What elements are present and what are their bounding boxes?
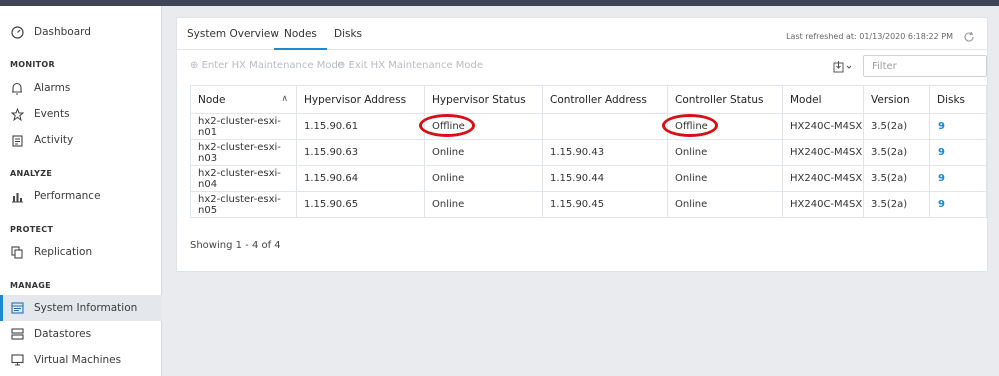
sidebar-item-label: Alarms — [34, 82, 71, 94]
sidebar-item-label: System Information — [34, 302, 138, 314]
disks-link[interactable]: 9 — [929, 113, 987, 140]
cell-version: 3.5(2a) — [863, 165, 930, 192]
cell-controller-status: Online — [667, 191, 783, 218]
disks-link[interactable]: 9 — [929, 139, 987, 166]
cell-hypervisor-address: 1.15.90.65 — [296, 191, 425, 218]
nodes-table: Node ∧ Hypervisor Address Hypervisor Stat… — [190, 85, 987, 218]
filter-input[interactable] — [863, 55, 987, 77]
column-header-controller-address[interactable]: Controller Address — [542, 85, 668, 114]
highlight-ring — [662, 114, 718, 137]
tab-nodes[interactable]: Nodes — [274, 28, 327, 50]
sidebar-item-dashboard[interactable]: Dashboard — [0, 19, 162, 45]
cell-controller-address — [542, 113, 668, 140]
sidebar-item-performance[interactable]: Performance — [0, 183, 162, 209]
bell-icon — [10, 81, 24, 95]
table-row[interactable]: hx2-cluster-esxi-n03 1.15.90.63 Online 1… — [190, 139, 987, 166]
sidebar-item-label: Virtual Machines — [34, 354, 122, 366]
sidebar-item-label: Replication — [34, 246, 93, 258]
cell-node: hx2-cluster-esxi-n03 — [190, 139, 297, 166]
table-row[interactable]: hx2-cluster-esxi-n05 1.15.90.65 Online 1… — [190, 191, 987, 218]
cell-node: hx2-cluster-esxi-n01 — [190, 113, 297, 140]
bar-chart-icon — [10, 189, 24, 203]
exit-icon: ⊖ — [337, 60, 349, 71]
column-header-disks[interactable]: Disks — [929, 85, 987, 114]
cell-controller-address: 1.15.90.43 — [542, 139, 668, 166]
column-header-controller-status[interactable]: Controller Status — [667, 85, 783, 114]
table-row[interactable]: hx2-cluster-esxi-n04 1.15.90.64 Online 1… — [190, 165, 987, 192]
cell-controller-status: Online — [667, 165, 783, 192]
sidebar-item-label: Activity — [34, 134, 74, 146]
sidebar-item-replication[interactable]: Replication — [0, 239, 162, 265]
column-header-hypervisor-status[interactable]: Hypervisor Status — [424, 85, 543, 114]
cell-hypervisor-status: Offline — [419, 113, 543, 140]
column-header-model[interactable]: Model — [782, 85, 864, 114]
tab-disks[interactable]: Disks — [334, 28, 362, 40]
star-icon — [10, 107, 24, 121]
cell-hypervisor-address: 1.15.90.63 — [296, 139, 425, 166]
enter-maintenance-label: Enter HX Maintenance Mode — [201, 60, 344, 71]
sidebar-item-label: Performance — [34, 190, 101, 202]
cell-node: hx2-cluster-esxi-n04 — [190, 165, 297, 192]
section-manage: MANAGE — [10, 281, 51, 290]
cell-version: 3.5(2a) — [863, 191, 930, 218]
cell-controller-status: Online — [667, 139, 783, 166]
cell-model: HX240C-M4SX — [782, 113, 864, 140]
highlight-ring — [419, 114, 475, 137]
sidebar-item-activity[interactable]: Activity — [0, 127, 162, 153]
refresh-icon[interactable] — [963, 28, 975, 42]
sidebar-item-datastores[interactable]: Datastores — [0, 321, 162, 347]
system-info-icon — [10, 301, 24, 315]
cell-hypervisor-status: Online — [424, 139, 543, 166]
tab-system-overview[interactable]: System Overview — [187, 28, 279, 40]
section-analyze: ANALYZE — [10, 169, 53, 178]
cell-hypervisor-address: 1.15.90.64 — [296, 165, 425, 192]
disks-link[interactable]: 9 — [929, 191, 987, 218]
sidebar-item-events[interactable]: Events — [0, 101, 162, 127]
enter-maintenance-button[interactable]: ⊕ Enter HX Maintenance Mode — [190, 60, 344, 71]
export-icon[interactable] — [833, 59, 855, 73]
sidebar-item-system-information[interactable]: System Information — [0, 295, 162, 321]
cell-hypervisor-status: Online — [424, 191, 543, 218]
sort-asc-icon[interactable]: ∧ — [281, 94, 288, 104]
section-monitor: MONITOR — [10, 60, 55, 69]
exit-maintenance-button[interactable]: ⊖ Exit HX Maintenance Mode — [337, 60, 483, 71]
sidebar: Dashboard MONITOR Alarms Events Activity… — [0, 6, 162, 376]
sidebar-item-label: Datastores — [34, 328, 92, 340]
pagination-summary: Showing 1 - 4 of 4 — [190, 240, 281, 251]
sidebar-item-virtual-machines[interactable]: Virtual Machines — [0, 347, 162, 373]
cell-controller-status: Offline — [662, 113, 783, 140]
cell-node: hx2-cluster-esxi-n05 — [190, 191, 297, 218]
table-header-row: Node ∧ Hypervisor Address Hypervisor Stat… — [190, 85, 987, 114]
last-refreshed-text: Last refreshed at: 01/13/2020 6:18:22 PM — [786, 32, 953, 41]
copy-icon — [10, 245, 24, 259]
cell-hypervisor-status: Online — [424, 165, 543, 192]
dashboard-icon — [10, 25, 24, 39]
table-row[interactable]: hx2-cluster-esxi-n01 1.15.90.61 Offline … — [190, 113, 987, 140]
cell-controller-address: 1.15.90.44 — [542, 165, 668, 192]
enter-icon: ⊕ — [190, 60, 202, 71]
sidebar-item-label: Events — [34, 108, 70, 120]
sidebar-item-label: Dashboard — [34, 26, 91, 38]
clipboard-icon — [10, 133, 24, 147]
tab-bar: System Overview Nodes Disks Last refresh… — [177, 18, 987, 50]
cell-controller-address: 1.15.90.45 — [542, 191, 668, 218]
column-header-node[interactable]: Node ∧ — [190, 85, 297, 114]
cell-hypervisor-address: 1.15.90.61 — [296, 113, 425, 140]
cell-model: HX240C-M4SX — [782, 191, 864, 218]
cell-model: HX240C-M4SX — [782, 165, 864, 192]
datastore-icon — [10, 327, 24, 341]
disks-link[interactable]: 9 — [929, 165, 987, 192]
nodes-panel: System Overview Nodes Disks Last refresh… — [176, 17, 988, 272]
exit-maintenance-label: Exit HX Maintenance Mode — [348, 60, 484, 71]
cell-version: 3.5(2a) — [863, 139, 930, 166]
section-protect: PROTECT — [10, 225, 54, 234]
column-header-hypervisor-address[interactable]: Hypervisor Address — [296, 85, 425, 114]
monitor-icon — [10, 353, 24, 367]
cell-model: HX240C-M4SX — [782, 139, 864, 166]
cell-version: 3.5(2a) — [863, 113, 930, 140]
sidebar-item-alarms[interactable]: Alarms — [0, 75, 162, 101]
column-header-version[interactable]: Version — [863, 85, 930, 114]
